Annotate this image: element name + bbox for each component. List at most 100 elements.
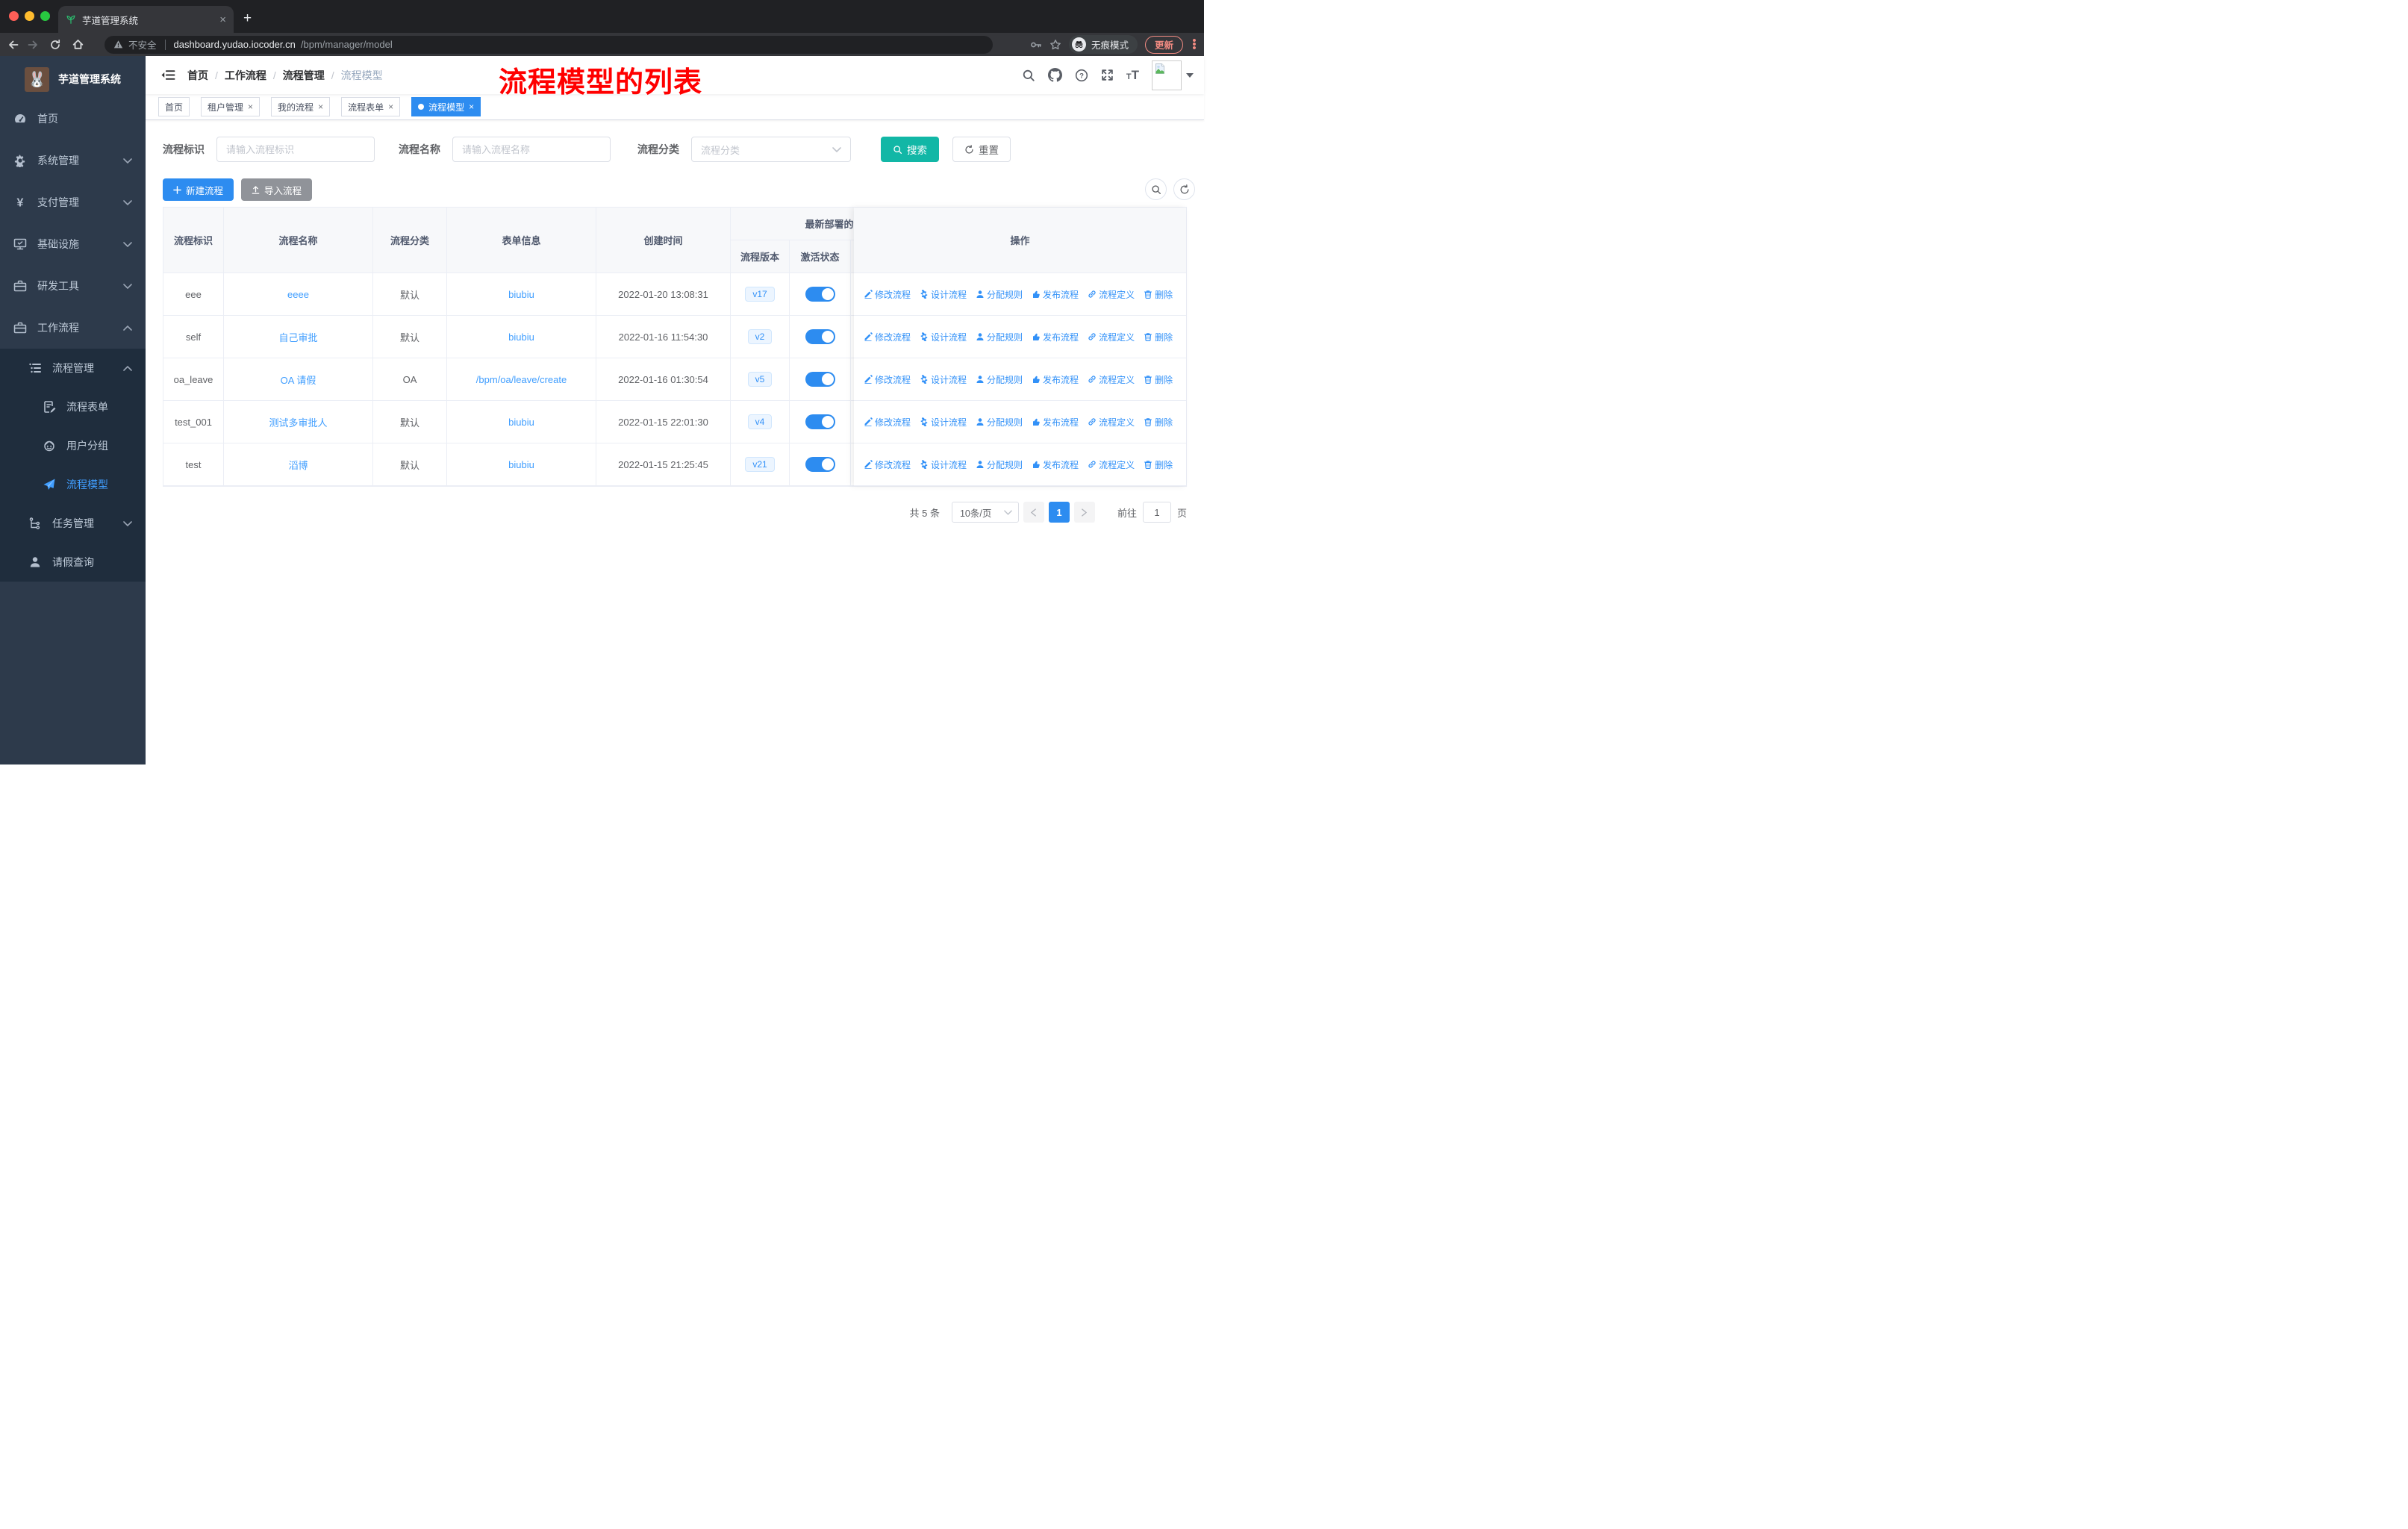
search-icon[interactable] [1022,69,1035,82]
action-assign-rule[interactable]: 分配规则 [976,373,1023,386]
user-menu[interactable] [1152,60,1194,90]
action-edit-process[interactable]: 修改流程 [864,288,911,301]
action-assign-rule[interactable]: 分配规则 [976,416,1023,429]
sidebar-item-process-form[interactable]: 流程表单 [0,387,146,426]
forward-icon[interactable] [27,39,39,51]
action-delete[interactable]: 删除 [1144,416,1173,429]
goto-page-input[interactable] [1142,502,1171,523]
breadcrumb-process-manage[interactable]: 流程管理 [283,68,325,83]
reset-button[interactable]: 重置 [952,137,1011,162]
font-size-icon[interactable]: TT [1126,69,1139,81]
tag-process-model-active[interactable]: 流程模型 × [411,97,481,116]
browser-tab[interactable]: 芋道管理系统 × [58,6,234,33]
security-label[interactable]: 不安全 [128,37,157,52]
sidebar-item-system[interactable]: 系统管理 [0,140,146,181]
browser-menu-icon[interactable]: • • • [1191,35,1198,54]
bookmark-star-icon[interactable] [1049,39,1061,51]
action-assign-rule[interactable]: 分配规则 [976,288,1023,301]
action-design-process[interactable]: 设计流程 [920,416,967,429]
status-toggle[interactable] [805,414,835,429]
breadcrumb-workflow[interactable]: 工作流程 [225,68,266,83]
sidebar-item-devtools[interactable]: 研发工具 [0,265,146,307]
action-delete[interactable]: 删除 [1144,288,1173,301]
action-publish-process[interactable]: 发布流程 [1032,416,1079,429]
action-process-definition[interactable]: 流程定义 [1088,458,1135,471]
action-assign-rule[interactable]: 分配规则 [976,331,1023,343]
reload-icon[interactable] [49,39,61,51]
action-assign-rule[interactable]: 分配规则 [976,458,1023,471]
form-link[interactable]: biubiu [508,417,534,428]
tag-home[interactable]: 首页 [158,97,190,116]
action-process-definition[interactable]: 流程定义 [1088,416,1135,429]
action-delete[interactable]: 删除 [1144,373,1173,386]
page-size-select[interactable]: 10条/页 [951,502,1019,523]
process-name-link[interactable]: 自己审批 [278,330,317,344]
tag-close-icon[interactable]: × [469,102,474,112]
tag-close-icon[interactable]: × [248,102,253,112]
toggle-search-button[interactable] [1145,178,1167,200]
tag-my-process[interactable]: 我的流程 × [271,97,331,116]
sidebar-collapse-icon[interactable] [160,69,175,81]
create-process-button[interactable]: 新建流程 [163,178,234,201]
status-toggle[interactable] [805,287,835,302]
sidebar-item-workflow[interactable]: 工作流程 [0,307,146,349]
github-icon[interactable] [1048,68,1062,82]
action-design-process[interactable]: 设计流程 [920,458,967,471]
update-button[interactable]: 更新 [1144,35,1183,54]
process-name-link[interactable]: OA 请假 [281,373,316,387]
action-delete[interactable]: 删除 [1144,458,1173,471]
page-number-current[interactable]: 1 [1048,502,1070,523]
action-publish-process[interactable]: 发布流程 [1032,458,1079,471]
window-zoom-button[interactable] [40,11,50,21]
tag-close-icon[interactable]: × [388,102,393,112]
action-publish-process[interactable]: 发布流程 [1032,288,1079,301]
password-key-icon[interactable] [1030,39,1042,51]
sidebar-item-leave-query[interactable]: 请假查询 [0,543,146,582]
action-design-process[interactable]: 设计流程 [920,331,967,343]
next-page-button[interactable] [1073,502,1095,523]
form-link[interactable]: /bpm/oa/leave/create [476,374,567,385]
action-edit-process[interactable]: 修改流程 [864,416,911,429]
status-toggle[interactable] [805,372,835,387]
action-edit-process[interactable]: 修改流程 [864,373,911,386]
form-link[interactable]: biubiu [508,331,534,343]
import-process-button[interactable]: 导入流程 [241,178,313,201]
action-publish-process[interactable]: 发布流程 [1032,373,1079,386]
tag-tenant[interactable]: 租户管理 × [201,97,261,116]
process-name-input[interactable] [452,137,611,162]
prev-page-button[interactable] [1023,502,1044,523]
process-key-input[interactable] [216,137,375,162]
action-design-process[interactable]: 设计流程 [920,288,967,301]
window-close-button[interactable] [9,11,19,21]
status-toggle[interactable] [805,457,835,472]
sidebar-item-task-manage[interactable]: 任务管理 [0,504,146,543]
action-process-definition[interactable]: 流程定义 [1088,373,1135,386]
back-icon[interactable] [7,39,19,51]
fullscreen-icon[interactable] [1101,69,1114,81]
sidebar-logo[interactable]: 🐰 芋道管理系统 [0,56,146,95]
search-button[interactable]: 搜索 [881,137,939,162]
window-minimize-button[interactable] [25,11,34,21]
sidebar-item-process-manage[interactable]: 流程管理 [0,349,146,387]
action-process-definition[interactable]: 流程定义 [1088,288,1135,301]
action-publish-process[interactable]: 发布流程 [1032,331,1079,343]
sidebar-item-infra[interactable]: 基础设施 [0,223,146,265]
sidebar-item-payment[interactable]: 支付管理 [0,181,146,223]
tag-close-icon[interactable]: × [318,102,323,112]
sidebar-item-home[interactable]: 首页 [0,98,146,140]
address-bar[interactable]: 不安全 dashboard.yudao.iocoder.cn/bpm/manag… [105,35,993,54]
new-tab-button[interactable]: + [243,10,252,27]
action-process-definition[interactable]: 流程定义 [1088,331,1135,343]
sidebar-item-process-model[interactable]: 流程模型 [0,465,146,504]
action-edit-process[interactable]: 修改流程 [864,331,911,343]
form-link[interactable]: biubiu [508,459,534,470]
process-name-link[interactable]: eeee [287,289,309,300]
status-toggle[interactable] [805,329,835,344]
breadcrumb-home[interactable]: 首页 [187,68,208,83]
tag-process-form[interactable]: 流程表单 × [341,97,401,116]
action-edit-process[interactable]: 修改流程 [864,458,911,471]
tab-close-icon[interactable]: × [219,13,226,26]
help-icon[interactable] [1075,69,1088,82]
action-design-process[interactable]: 设计流程 [920,373,967,386]
sidebar-item-user-group[interactable]: 用户分组 [0,426,146,465]
